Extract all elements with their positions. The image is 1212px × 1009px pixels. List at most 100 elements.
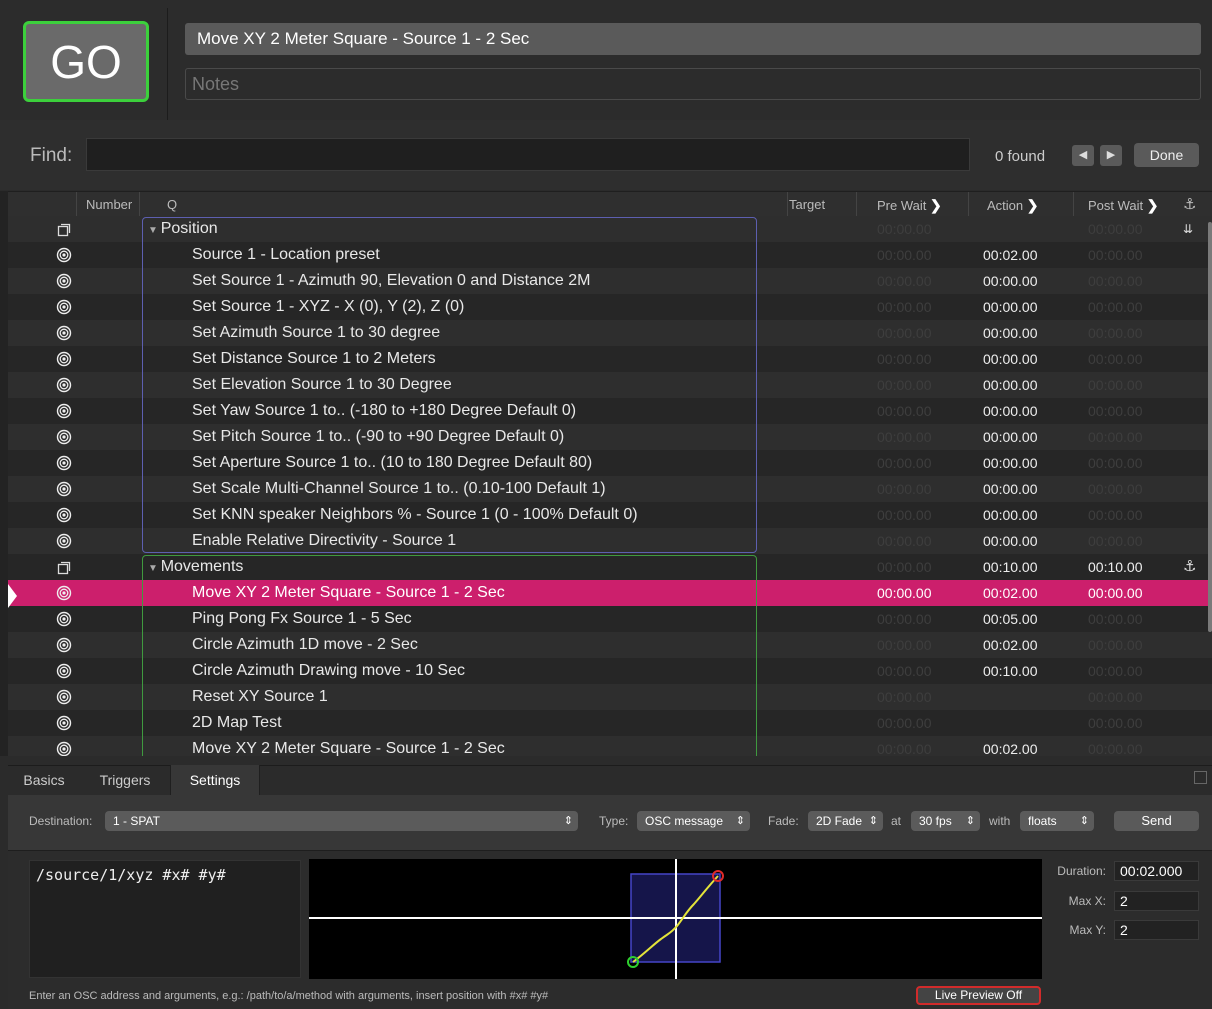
disclosure-triangle-icon[interactable]: ▼ <box>148 225 161 236</box>
number-format-select[interactable]: floats ⇕ <box>1020 811 1094 831</box>
fade-label: Fade: <box>768 814 799 828</box>
cue-row[interactable]: Source 1 - Location preset 00:00.00 00:02.… <box>8 242 1212 268</box>
network-cue-icon <box>56 637 72 653</box>
duration-field[interactable]: 00:02.000 <box>1114 861 1199 881</box>
cue-row[interactable]: Set Aperture Source 1 to.. (10 to 180 De… <box>8 450 1212 476</box>
cue-row[interactable]: Set Elevation Source 1 to 30 Degree 00:00… <box>8 372 1212 398</box>
cue-row[interactable]: Set Yaw Source 1 to.. (-180 to +180 Degr… <box>8 398 1212 424</box>
go-button[interactable]: GO <box>23 21 149 102</box>
network-cue-icon <box>56 455 72 471</box>
action-value: 00:02.00 <box>983 585 1038 601</box>
find-input[interactable] <box>86 138 970 171</box>
send-button[interactable]: Send <box>1114 811 1199 831</box>
column-divider <box>787 192 788 217</box>
cue-row[interactable]: 2D Map Test 00:00.00 00:00.00 <box>8 710 1212 736</box>
cue-name-field[interactable]: Move XY 2 Meter Square - Source 1 - 2 Se… <box>185 23 1201 55</box>
pre-wait-value: 00:00.00 <box>877 377 932 393</box>
action-value: 00:00.00 <box>983 351 1038 367</box>
max-x-field[interactable]: 2 <box>1114 891 1199 911</box>
cue-name-text: Move XY 2 Meter Square - Source 1 - 2 Se… <box>192 584 505 601</box>
cue-row[interactable]: Move XY 2 Meter Square - Source 1 - 2 Se… <box>8 736 1212 756</box>
network-cue-icon <box>56 689 72 705</box>
network-cue-icon <box>56 429 72 445</box>
tab-triggers[interactable]: Triggers <box>86 765 164 795</box>
cue-name: Set Source 1 - Azimuth 90, Elevation 0 a… <box>192 268 590 294</box>
column-number[interactable]: Number <box>86 197 132 212</box>
chevron-right-icon: ❯ <box>929 197 942 213</box>
group-cue-row[interactable]: ▼ Movements 00:00.00 00:10.00 00:10.00 ⚓︎ <box>8 554 1212 580</box>
cue-row[interactable]: Circle Azimuth Drawing move - 10 Sec 00:0… <box>8 658 1212 684</box>
cue-row[interactable]: Set Source 1 - Azimuth 90, Elevation 0 a… <box>8 268 1212 294</box>
cue-name: Set Yaw Source 1 to.. (-180 to +180 Degr… <box>192 398 576 424</box>
live-preview-button[interactable]: Live Preview Off <box>916 986 1041 1005</box>
network-cue-icon <box>56 481 72 497</box>
fade-value: 2D Fade <box>816 814 863 828</box>
post-wait-value: 00:00.00 <box>1088 221 1143 237</box>
post-wait-value: 00:00.00 <box>1088 455 1143 471</box>
cue-row[interactable]: Reset XY Source 1 00:00.00 00:00.00 <box>8 684 1212 710</box>
pre-wait-value: 00:00.00 <box>877 481 932 497</box>
post-wait-value: 00:00.00 <box>1088 611 1143 627</box>
type-label: Type: <box>599 814 629 828</box>
column-q[interactable]: Q <box>167 197 177 212</box>
post-wait-value: 00:00.00 <box>1088 689 1143 705</box>
fade-select[interactable]: 2D Fade ⇕ <box>808 811 883 831</box>
group-cue-row[interactable]: ▼ Position 00:00.00 00:00.00 ⇊ <box>8 216 1212 242</box>
up-down-arrows-icon: ⇕ <box>1079 815 1089 827</box>
destination-select[interactable]: 1 - SPAT ⇕ <box>105 811 578 831</box>
column-pre-wait[interactable]: Pre Wait ❯ <box>877 197 942 214</box>
post-wait-value: 00:00.00 <box>1088 325 1143 341</box>
cue-row[interactable]: Circle Azimuth 1D move - 2 Sec 00:00.00 00… <box>8 632 1212 658</box>
column-action[interactable]: Action ❯ <box>987 197 1039 214</box>
network-cue-icon <box>56 715 72 731</box>
pre-wait-label: Pre Wait <box>877 198 927 213</box>
column-target[interactable]: Target <box>789 197 825 212</box>
2d-fade-plot[interactable] <box>309 859 1042 979</box>
cue-list-scrollbar[interactable] <box>1208 222 1212 632</box>
cue-row[interactable]: Move XY 2 Meter Square - Source 1 - 2 Se… <box>8 580 1212 606</box>
pre-wait-value: 00:00.00 <box>877 585 932 601</box>
pre-wait-value: 00:00.00 <box>877 715 932 731</box>
anchor-icon[interactable]: ⚓︎ <box>1183 195 1196 213</box>
cue-row[interactable]: Ping Pong Fx Source 1 - 5 Sec 00:00.00 00:… <box>8 606 1212 632</box>
max-y-label: Max Y: <box>1069 923 1106 937</box>
disclosure-triangle-icon[interactable]: ▼ <box>148 563 161 574</box>
pre-wait-value: 00:00.00 <box>877 351 932 367</box>
tab-basics[interactable]: Basics <box>8 765 80 795</box>
group-cue-icon <box>57 223 71 237</box>
column-divider <box>76 192 77 217</box>
type-select[interactable]: OSC message ⇕ <box>637 811 750 831</box>
tab-settings[interactable]: Settings <box>170 765 260 795</box>
action-value: 00:00.00 <box>983 533 1038 549</box>
cue-row[interactable]: Set Azimuth Source 1 to 30 degree 00:00.0… <box>8 320 1212 346</box>
cue-name: Ping Pong Fx Source 1 - 5 Sec <box>192 606 412 632</box>
column-post-wait[interactable]: Post Wait ❯ <box>1088 197 1159 214</box>
cue-row[interactable]: Set Source 1 - XYZ - X (0), Y (2), Z (0)… <box>8 294 1212 320</box>
network-cue-icon <box>56 585 72 601</box>
find-next-button[interactable]: ▶ <box>1100 145 1122 166</box>
triangle-left-icon: ◀ <box>1078 149 1088 161</box>
post-wait-value: 00:00.00 <box>1088 403 1143 419</box>
cue-row[interactable]: Set Pitch Source 1 to.. (-90 to +90 Degr… <box>8 424 1212 450</box>
post-wait-value: 00:00.00 <box>1088 507 1143 523</box>
cue-row[interactable]: Set Scale Multi-Channel Source 1 to.. (0… <box>8 476 1212 502</box>
cue-row[interactable]: Set KNN speaker Neighbors % - Source 1 (… <box>8 502 1212 528</box>
playhead-marker-icon <box>8 584 17 608</box>
popout-icon[interactable] <box>1194 771 1207 784</box>
action-value: 00:00.00 <box>983 481 1038 497</box>
fps-select[interactable]: 30 fps ⇕ <box>911 811 980 831</box>
cue-row[interactable]: Enable Relative Directivity - Source 1 00… <box>8 528 1212 554</box>
pre-wait-value: 00:00.00 <box>877 663 932 679</box>
max-y-field[interactable]: 2 <box>1114 920 1199 940</box>
cue-name-text: Circle Azimuth 1D move - 2 Sec <box>192 636 418 653</box>
cue-row[interactable]: Set Distance Source 1 to 2 Meters 00:00.0… <box>8 346 1212 372</box>
find-previous-button[interactable]: ◀ <box>1072 145 1094 166</box>
action-value: 00:00.00 <box>983 507 1038 523</box>
osc-address-input[interactable]: /source/1/xyz #x# #y# <box>29 860 301 978</box>
notes-field[interactable]: Notes <box>185 68 1201 100</box>
cue-name: Enable Relative Directivity - Source 1 <box>192 528 456 554</box>
anchor-icon: ⚓︎ <box>1183 558 1197 575</box>
cue-name: Set Pitch Source 1 to.. (-90 to +90 Degr… <box>192 424 564 450</box>
column-divider <box>139 192 140 217</box>
find-done-button[interactable]: Done <box>1134 143 1199 167</box>
